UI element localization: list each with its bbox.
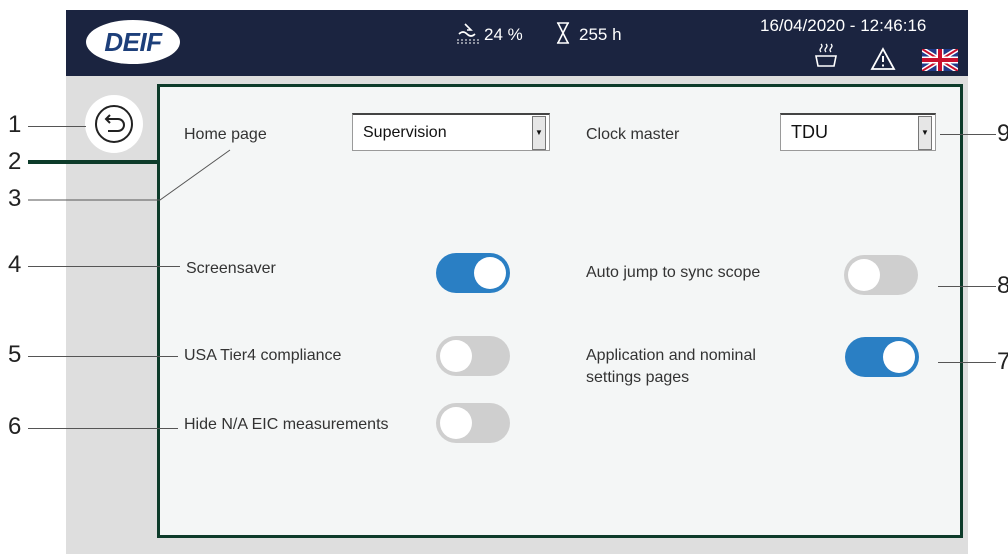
callout-6: 6 bbox=[8, 413, 22, 440]
callout-line-6 bbox=[28, 428, 178, 429]
hide-na-toggle[interactable] bbox=[436, 403, 510, 443]
callout-line-5 bbox=[28, 356, 178, 357]
run-hours: 255 h bbox=[579, 25, 622, 44]
dropdown-arrow-icon: ▼ bbox=[918, 115, 932, 150]
callout-line-9 bbox=[940, 134, 996, 135]
callout-8: 8 bbox=[997, 272, 1008, 299]
datetime: 16/04/2020 - 12:46:16 bbox=[760, 16, 927, 35]
callout-line-4 bbox=[28, 266, 180, 267]
app-nominal-label-line2: settings pages bbox=[586, 369, 690, 386]
logo-text: DEIF bbox=[104, 26, 162, 57]
callout-line-1 bbox=[28, 126, 86, 127]
callout-line-3 bbox=[28, 149, 231, 201]
back-button[interactable] bbox=[85, 95, 143, 153]
callout-1: 1 bbox=[8, 111, 22, 138]
clock-master-label: Clock master bbox=[586, 126, 680, 143]
warning-icon[interactable] bbox=[870, 47, 896, 76]
screensaver-label: Screensaver bbox=[186, 260, 276, 277]
home-page-label: Home page bbox=[184, 126, 267, 143]
fuel-icon bbox=[455, 20, 481, 51]
clock-master-value: TDU bbox=[791, 122, 828, 142]
callout-3: 3 bbox=[8, 185, 22, 212]
home-page-select[interactable]: Supervision ▼ bbox=[352, 113, 550, 151]
app-nominal-toggle[interactable] bbox=[845, 337, 919, 377]
heater-icon bbox=[812, 42, 840, 75]
screensaver-toggle[interactable] bbox=[436, 253, 510, 293]
deif-logo: DEIF bbox=[86, 20, 180, 64]
callout-line-8 bbox=[938, 286, 996, 287]
app-nominal-label-line1: Application and nominal bbox=[586, 347, 756, 364]
hourglass-icon bbox=[555, 22, 571, 49]
clock-master-select[interactable]: TDU ▼ bbox=[780, 113, 936, 151]
home-page-value: Supervision bbox=[363, 123, 447, 141]
callout-4: 4 bbox=[8, 251, 22, 278]
callout-7: 7 bbox=[997, 348, 1008, 375]
fuel-level: 24 % bbox=[484, 25, 523, 44]
callout-line-7 bbox=[938, 362, 996, 363]
callout-5: 5 bbox=[8, 341, 22, 368]
dropdown-arrow-icon: ▼ bbox=[532, 115, 546, 150]
settings-panel bbox=[157, 84, 963, 538]
callout-9: 9 bbox=[997, 120, 1008, 147]
auto-jump-toggle[interactable] bbox=[844, 255, 918, 295]
uk-flag-icon[interactable] bbox=[920, 46, 960, 76]
hide-na-label: Hide N/A EIC measurements bbox=[184, 416, 389, 433]
back-arrow-icon bbox=[95, 105, 133, 143]
auto-jump-label: Auto jump to sync scope bbox=[586, 264, 761, 281]
callout-2: 2 bbox=[8, 148, 22, 175]
app-nominal-label: Application and nominal settings pages bbox=[586, 345, 756, 389]
usa-tier4-toggle[interactable] bbox=[436, 336, 510, 376]
usa-tier4-label: USA Tier4 compliance bbox=[184, 347, 342, 364]
